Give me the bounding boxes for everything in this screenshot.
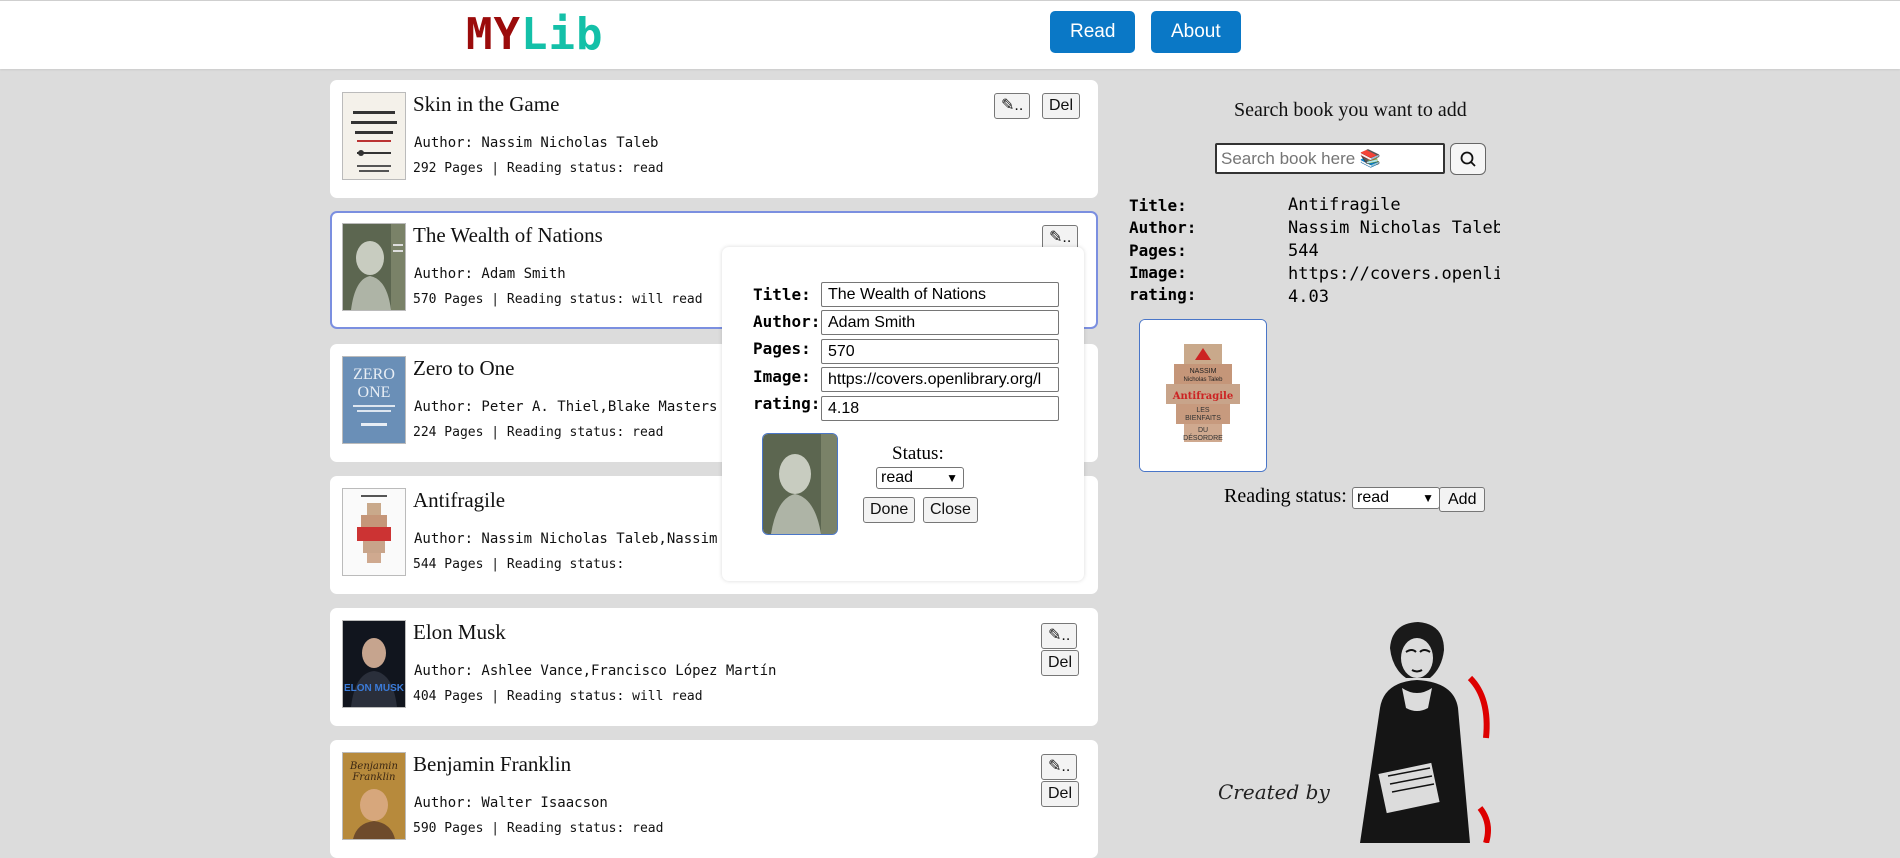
edit-image-field[interactable]: https://covers.openlibrary.org/l (821, 367, 1059, 392)
book-author: Author: Walter Isaacson (414, 795, 608, 811)
delete-button[interactable]: Del (1042, 93, 1081, 119)
search-button[interactable] (1450, 143, 1486, 175)
result-rating-value: 4.03 (1288, 287, 1329, 307)
top-header: MYLib Read About (0, 0, 1900, 69)
svg-text:Franklin: Franklin (351, 772, 395, 783)
edit-pages-field[interactable]: 570 (821, 339, 1059, 364)
reading-status-value: read (1357, 489, 1390, 506)
book-meta: 590 Pages | Reading status: read (413, 821, 664, 836)
cover-text-les: LES (1196, 407, 1210, 414)
result-cover-image: NASSIM Nicholas Taleb Antifragile LES BI… (1139, 319, 1267, 472)
book-author: Author: Nassim Nicholas Taleb (414, 135, 659, 151)
result-title-label: Title: (1129, 196, 1187, 215)
edit-status-select[interactable]: read ▼ (876, 467, 964, 489)
edit-image-label: Image: (753, 367, 811, 386)
chevron-down-icon: ▼ (1422, 491, 1434, 505)
book-cover-image: ELON MUSK (342, 620, 406, 708)
nav-about-button[interactable]: About (1151, 11, 1241, 53)
result-rating-label: rating: (1129, 285, 1197, 304)
svg-text:Benjamin: Benjamin (349, 761, 398, 772)
delete-button[interactable]: Del (1041, 650, 1080, 676)
result-author-value: Nassim Nicholas Taleb (1288, 218, 1500, 238)
result-image-label: Image: (1129, 263, 1187, 282)
search-icon (1460, 151, 1476, 167)
logo-my: MY (466, 9, 521, 60)
edit-cover-preview (762, 433, 838, 535)
book-title: Zero to One (413, 356, 515, 380)
svg-text:ZERO: ZERO (353, 366, 395, 383)
reading-status-label: Reading status: (1224, 485, 1347, 507)
edit-rating-field[interactable]: 4.18 (821, 396, 1059, 421)
reading-status-select[interactable]: read ▼ (1352, 487, 1440, 509)
book-title: The Wealth of Nations (413, 223, 603, 247)
logo-lib: Lib (520, 9, 604, 60)
cover-text-desordre: DÉSORDRE (1183, 433, 1223, 442)
book-card: Benjamin Franklin Benjamin Franklin Autho… (330, 740, 1098, 858)
delete-button[interactable]: Del (1041, 781, 1080, 807)
book-meta: 224 Pages | Reading status: read (413, 425, 664, 440)
book-meta: 404 Pages | Reading status: will read (413, 689, 703, 704)
edit-button[interactable]: ✎.. (1041, 623, 1078, 649)
author-illustration (1320, 618, 1500, 844)
edit-title-field[interactable]: The Wealth of Nations (821, 282, 1059, 307)
cover-text-author2: Nicholas Taleb (1184, 377, 1224, 383)
book-cover-image: ZERO ONE (342, 356, 406, 444)
edit-book-popup: Title: The Wealth of Nations Author: Ada… (722, 247, 1084, 581)
edit-status-label: Status: (892, 443, 944, 464)
book-author: Author: Peter A. Thiel,Blake Masters (414, 399, 718, 415)
book-cover-image (342, 488, 406, 576)
edit-rating-label: rating: (753, 394, 821, 413)
book-title: Skin in the Game (413, 92, 560, 116)
cover-text-bienfaits: BIENFAITS (1185, 415, 1221, 422)
app-logo[interactable]: MYLib (466, 9, 603, 60)
edit-author-field[interactable]: Adam Smith (821, 310, 1059, 335)
book-meta: 570 Pages | Reading status: will read (413, 292, 703, 307)
search-input[interactable]: Search book here 📚 (1215, 143, 1445, 174)
book-cover-image: Benjamin Franklin (342, 752, 406, 840)
book-cover-image (342, 223, 406, 311)
book-card: ELON MUSK Elon Musk Author: Ashlee Vance… (330, 608, 1098, 726)
svg-text:ONE: ONE (358, 384, 391, 401)
result-author-label: Author: (1129, 218, 1197, 237)
book-author: Author: Nassim Nicholas Taleb,Nassim N (414, 531, 735, 547)
close-button[interactable]: Close (923, 497, 978, 523)
edit-status-value: read (881, 469, 914, 486)
book-title: Elon Musk (413, 620, 506, 644)
chevron-down-icon: ▼ (946, 471, 958, 485)
search-heading: Search book you want to add (1234, 99, 1467, 121)
book-title: Antifragile (413, 488, 506, 512)
book-author: Author: Ashlee Vance,Francisco López Mar… (414, 663, 777, 679)
cover-text-author: NASSIM (1190, 368, 1217, 375)
result-pages-label: Pages: (1129, 241, 1187, 260)
book-author: Author: Adam Smith (414, 266, 566, 282)
book-meta: 292 Pages | Reading status: read (413, 161, 664, 176)
book-title: Benjamin Franklin (413, 752, 572, 776)
done-button[interactable]: Done (863, 497, 916, 523)
cover-text-title: Antifragile (1172, 391, 1233, 402)
cover-text-du: DU (1198, 427, 1208, 434)
edit-pages-label: Pages: (753, 339, 811, 358)
edit-button[interactable]: ✎.. (994, 93, 1031, 119)
book-meta: 544 Pages | Reading status: (413, 557, 625, 572)
book-cover-image (342, 92, 406, 180)
result-pages-value: 544 (1288, 241, 1319, 261)
add-book-button[interactable]: Add (1439, 487, 1486, 512)
edit-title-label: Title: (753, 285, 811, 304)
result-title-value: Antifragile (1288, 195, 1401, 215)
created-by-text: Created by (1218, 780, 1330, 804)
edit-author-label: Author: (753, 312, 821, 331)
edit-button[interactable]: ✎.. (1041, 754, 1078, 780)
nav-read-button[interactable]: Read (1050, 11, 1136, 53)
result-image-value: https://covers.openli (1288, 264, 1500, 284)
book-card: Skin in the Game Author: Nassim Nicholas… (330, 80, 1098, 198)
svg-text:ELON MUSK: ELON MUSK (344, 683, 405, 694)
